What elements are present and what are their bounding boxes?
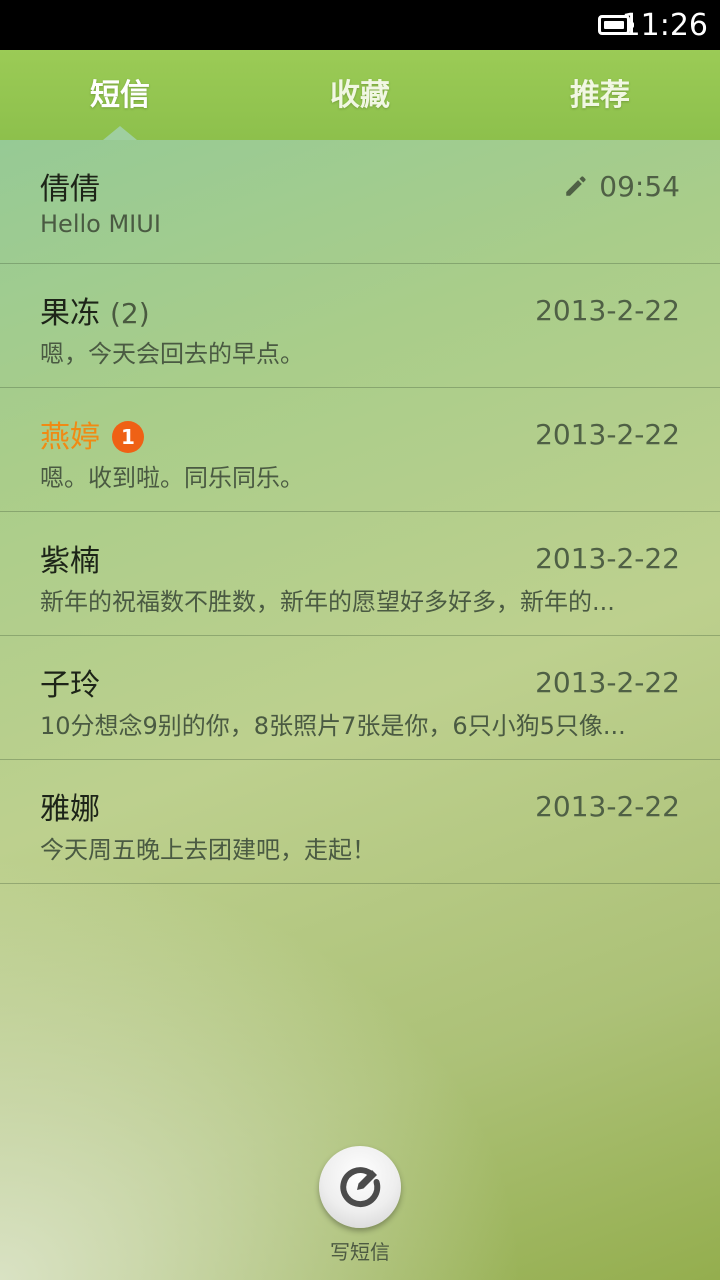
draft-pencil-icon (566, 176, 586, 196)
conversation-time: 2013-2-22 (535, 666, 680, 699)
contact-name: 子玲 (40, 668, 100, 703)
tab-favorites[interactable]: 收藏 (240, 50, 480, 140)
conversation-time: 2013-2-22 (535, 294, 680, 327)
compose-icon (340, 1167, 381, 1208)
contact-name: 倩倩 (40, 172, 100, 207)
message-preview: 今天周五晚上去团建吧，走起！ (40, 836, 376, 864)
active-tab-indicator (103, 126, 137, 140)
message-count: (2) (110, 297, 150, 330)
conversation-time: 2013-2-22 (535, 418, 680, 451)
conversation-item[interactable]: 子玲 2013-2-22 10分想念9别的你，8张照片7张是你，6只小狗5只像.… (0, 636, 720, 760)
compose-sms-button[interactable] (319, 1146, 401, 1228)
unread-badge: 1 (112, 421, 144, 453)
conversation-item[interactable]: 紫楠 2013-2-22 新年的祝福数不胜数，新年的愿望好多好多，新年的... (0, 512, 720, 636)
sms-app-screen: 11:26 短信 收藏 推荐 倩倩 09:54 Hello MIUI 果冻 (2)… (0, 0, 720, 1280)
tab-recommended[interactable]: 推荐 (480, 50, 720, 140)
conversation-item[interactable]: 雅娜 2013-2-22 今天周五晚上去团建吧，走起！ (0, 760, 720, 884)
conversation-item[interactable]: 倩倩 09:54 Hello MIUI (0, 140, 720, 264)
status-time: 11:26 (621, 8, 708, 43)
conversation-item[interactable]: 果冻 (2) 2013-2-22 嗯，今天会回去的早点。 (0, 264, 720, 388)
conversation-item[interactable]: 燕婷 1 2013-2-22 嗯。收到啦。同乐同乐。 (0, 388, 720, 512)
message-preview: 嗯。收到啦。同乐同乐。 (40, 464, 304, 492)
message-preview: 嗯，今天会回去的早点。 (40, 340, 304, 368)
conversation-time: 2013-2-22 (535, 790, 680, 823)
conversation-time: 09:54 (563, 170, 680, 203)
message-preview: 10分想念9别的你，8张照片7张是你，6只小狗5只像... (40, 712, 626, 740)
message-preview: 新年的祝福数不胜数，新年的愿望好多好多，新年的... (40, 588, 615, 616)
status-bar: 11:26 (0, 0, 720, 50)
message-preview: Hello MIUI (40, 210, 161, 238)
contact-name: 燕婷 1 (40, 412, 144, 456)
tab-bar: 短信 收藏 推荐 (0, 50, 720, 140)
contact-name: 雅娜 (40, 792, 100, 827)
conversation-list: 倩倩 09:54 Hello MIUI 果冻 (2) 2013-2-22 嗯，今天… (0, 140, 720, 884)
compose-sms-label: 写短信 (330, 1240, 390, 1264)
contact-name: 紫楠 (40, 544, 100, 579)
contact-name: 果冻 (2) (40, 296, 150, 331)
conversation-time: 2013-2-22 (535, 542, 680, 575)
